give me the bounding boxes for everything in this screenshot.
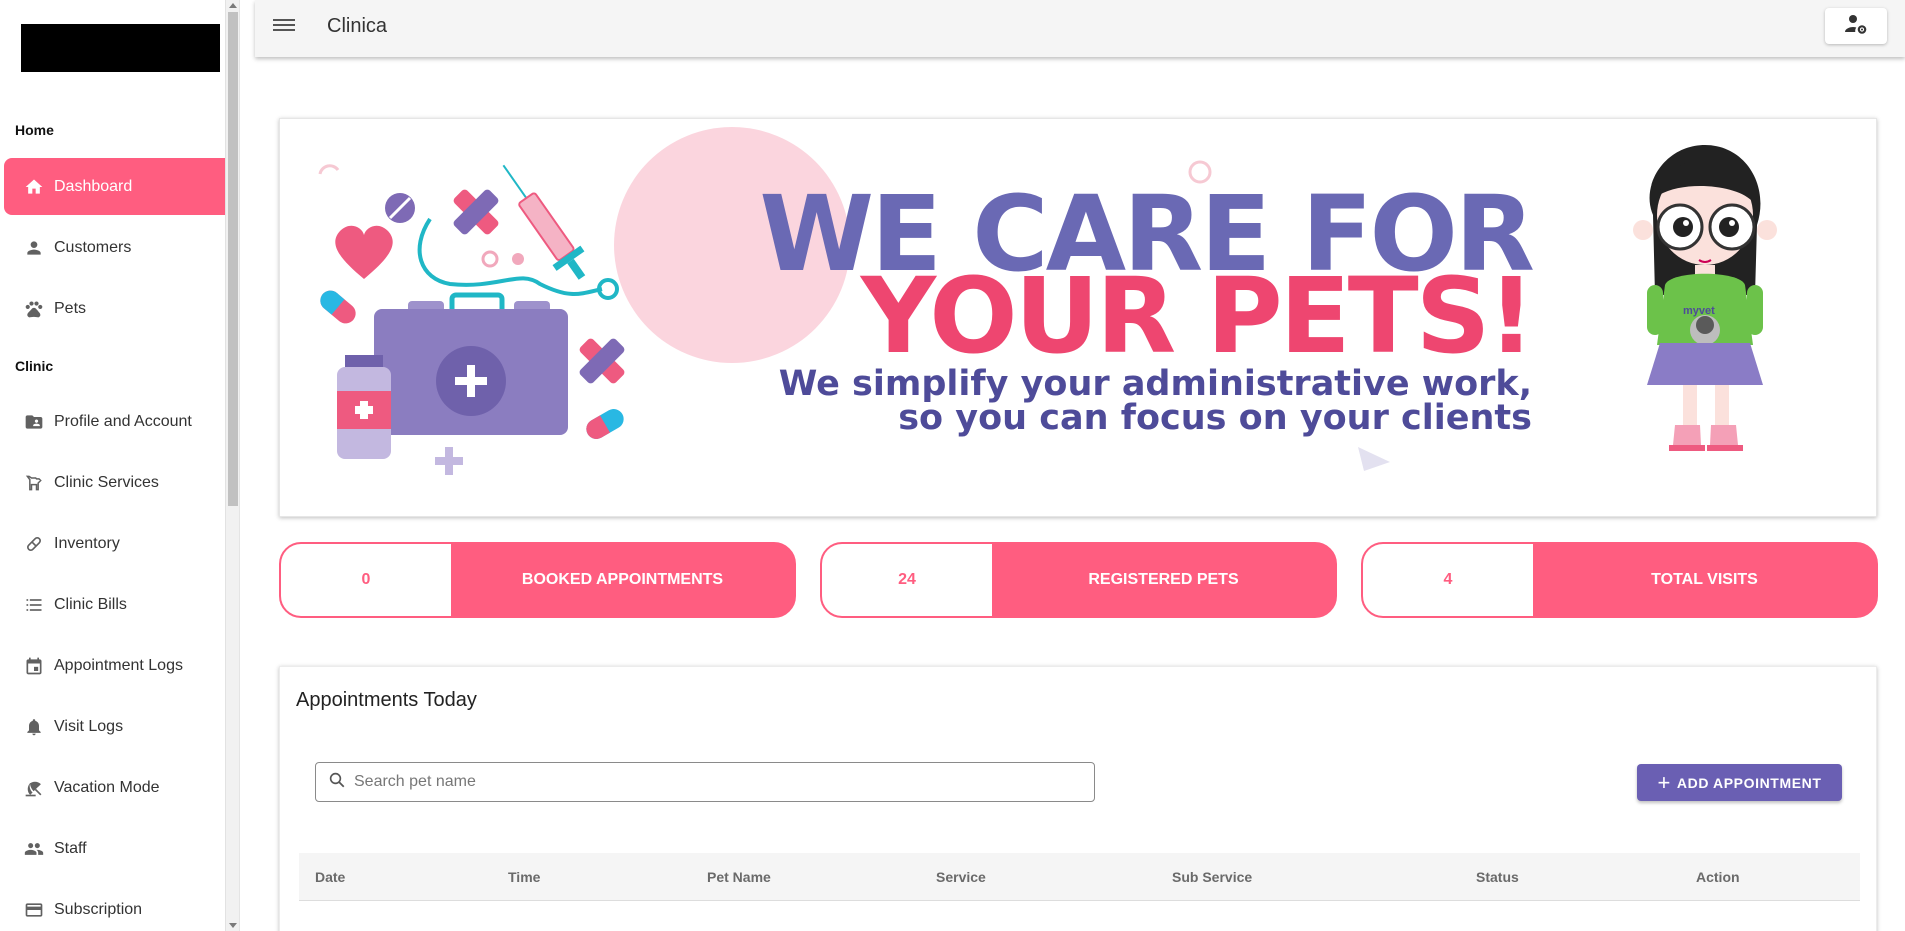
stat-registered-pets: 24 REGISTERED PETS (820, 542, 1337, 618)
sidebar-item-vacation-mode[interactable]: Vacation Mode (4, 759, 233, 816)
folder-account-icon (22, 410, 46, 434)
people-icon (22, 837, 46, 861)
search-input[interactable] (354, 773, 1054, 791)
appointments-today-card: Appointments Today + ADD APPOINTMENT Dat… (279, 666, 1877, 931)
stat-value: 24 (822, 544, 992, 616)
person-icon (22, 236, 46, 260)
sidebar-item-label: Visit Logs (54, 717, 124, 735)
appointments-title: Appointments Today (296, 689, 477, 711)
column-header-action[interactable]: Action (1696, 869, 1740, 885)
scroll-up-arrow-icon[interactable] (229, 3, 237, 8)
stat-total-visits: 4 TOTAL VISITS (1361, 542, 1878, 618)
sidebar-item-label: Inventory (54, 534, 120, 552)
column-header-date[interactable]: Date (315, 869, 345, 885)
bell-icon (22, 715, 46, 739)
user-settings-button[interactable] (1825, 8, 1887, 44)
sidebar-scrollbar[interactable] (225, 0, 239, 931)
sidebar-section-clinic: Clinic (15, 358, 54, 374)
sidebar-item-profile-and-account[interactable]: Profile and Account (4, 393, 233, 450)
sidebar-item-staff[interactable]: Staff (4, 820, 233, 877)
search-field[interactable] (315, 762, 1095, 802)
sidebar-scroll-area: Home Dashboard Customers Pets Clinic Pro (0, 0, 236, 931)
sidebar: Home Dashboard Customers Pets Clinic Pro (0, 0, 240, 931)
mascot-shirt-text: myvet (1683, 305, 1715, 317)
pill-icon (22, 532, 46, 556)
column-header-status[interactable]: Status (1476, 869, 1519, 885)
sidebar-item-clinic-bills[interactable]: Clinic Bills (4, 576, 233, 633)
home-icon (22, 175, 46, 199)
sidebar-item-pets[interactable]: Pets (4, 280, 233, 337)
sidebar-item-label: Pets (54, 299, 87, 317)
banner-line-4: so you can focus on your clients (898, 398, 1532, 438)
stat-value: 0 (281, 544, 451, 616)
column-header-sub-service[interactable]: Sub Service (1172, 869, 1252, 885)
beach-umbrella-icon (22, 776, 46, 800)
sidebar-item-clinic-services[interactable]: Clinic Services (4, 454, 233, 511)
sidebar-scrollbar-thumb[interactable] (228, 12, 238, 506)
sidebar-section-home: Home (15, 122, 54, 138)
column-header-time[interactable]: Time (508, 869, 540, 885)
sidebar-item-label: Staff (54, 839, 87, 857)
scroll-down-arrow-icon[interactable] (229, 923, 237, 928)
user-settings-icon (1844, 13, 1868, 40)
sidebar-item-dashboard[interactable]: Dashboard (4, 158, 233, 215)
stat-label: BOOKED APPOINTMENTS (521, 571, 724, 588)
top-app-bar: Clinica (255, 0, 1905, 57)
list-icon (22, 593, 46, 617)
calendar-icon (22, 654, 46, 678)
clinic-logo (21, 24, 220, 72)
sidebar-item-label: Dashboard (54, 177, 133, 195)
paw-icon (22, 297, 46, 321)
column-header-pet-name[interactable]: Pet Name (707, 869, 771, 885)
add-appointment-button[interactable]: + ADD APPOINTMENT (1637, 764, 1842, 801)
sidebar-item-label: Subscription (54, 900, 143, 918)
add-appointment-label: ADD APPOINTMENT (1676, 774, 1822, 791)
sidebar-item-visit-logs[interactable]: Visit Logs (4, 698, 233, 755)
stat-label: REGISTERED PETS (1088, 571, 1239, 588)
menu-icon[interactable] (273, 16, 295, 38)
appointments-table-header: Date Time Pet Name Service Sub Service S… (299, 853, 1860, 901)
dog-service-icon (22, 471, 46, 495)
sidebar-item-label: Vacation Mode (54, 778, 160, 796)
stat-booked-appointments: 0 BOOKED APPOINTMENTS (279, 542, 796, 618)
credit-card-icon (22, 898, 46, 922)
sidebar-item-appointment-logs[interactable]: Appointment Logs (4, 637, 233, 694)
mascot-girl (1633, 145, 1777, 451)
hero-banner: myvet WE CARE FOR YOUR PETS! We simplify… (279, 118, 1877, 517)
sidebar-item-label: Profile and Account (54, 412, 192, 430)
stat-label: TOTAL VISITS (1651, 571, 1758, 588)
plus-icon: + (1657, 769, 1671, 795)
column-header-service[interactable]: Service (936, 869, 986, 885)
sidebar-item-inventory[interactable]: Inventory (4, 515, 233, 572)
sidebar-item-label: Clinic Bills (54, 595, 127, 613)
sidebar-item-label: Customers (54, 238, 132, 256)
sidebar-item-label: Appointment Logs (54, 656, 183, 674)
app-title: Clinica (327, 15, 388, 37)
banner-headline: WE CARE FOR YOUR PETS! We simplify your … (759, 182, 1535, 438)
sidebar-item-customers[interactable]: Customers (4, 219, 233, 276)
banner-line-2: YOUR PETS! (860, 255, 1535, 377)
sidebar-item-label: Clinic Services (54, 473, 159, 491)
stat-value: 4 (1363, 544, 1533, 616)
sidebar-item-subscription[interactable]: Subscription (4, 881, 233, 931)
banner-line-3: We simplify your administrative work, (778, 364, 1532, 404)
search-icon (328, 771, 346, 794)
